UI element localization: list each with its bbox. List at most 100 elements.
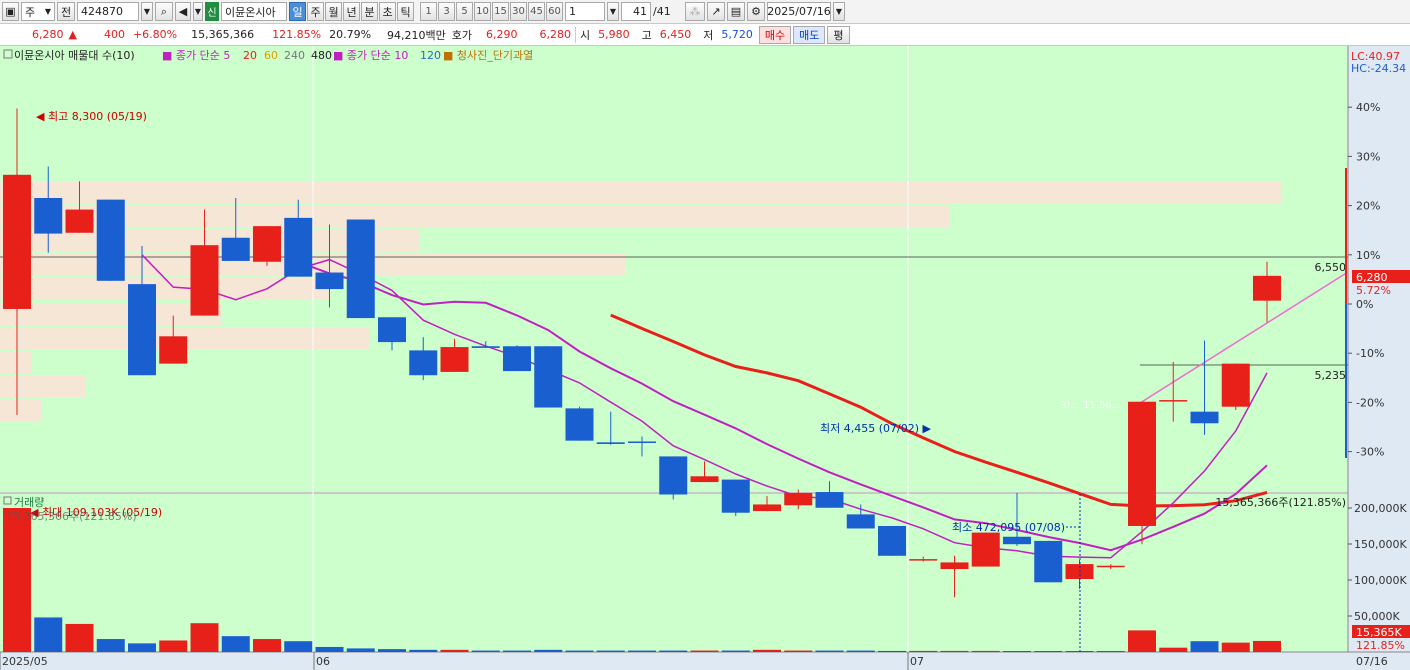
volume-bar-7 [221, 636, 250, 652]
candle-body-28 [878, 525, 906, 556]
interval-number-4[interactable]: 15 [492, 2, 509, 21]
hoga-label: 호가 [451, 28, 473, 42]
page-input[interactable]: 41 [621, 2, 651, 21]
trade-amount: 94,210백만 [387, 28, 446, 42]
date-input[interactable]: 2025/07/16 [767, 2, 831, 21]
volume-bar-3 [96, 639, 125, 652]
period-tabs: 일주월년분초틱 [289, 2, 414, 21]
candle-body-38 [1190, 411, 1219, 424]
interval-number-5[interactable]: 30 [510, 2, 527, 21]
y-tick-label-5: -10% [1356, 347, 1384, 360]
legend-ma2: ■ 종가 단순 10 [333, 49, 408, 62]
buy-button[interactable]: 매수 [758, 25, 792, 44]
y-tick-label-0: 40% [1356, 101, 1380, 114]
volume-bar-13 [409, 649, 438, 652]
volume-bar-1 [34, 617, 63, 652]
volume-bar-5 [159, 640, 188, 652]
period-tab-3[interactable]: 년 [343, 2, 360, 21]
volume-bar-9 [284, 641, 313, 652]
speaker-dropdown-icon[interactable]: ▼ [193, 2, 203, 21]
code-dropdown-icon[interactable]: ▼ [141, 2, 153, 21]
window-icon[interactable]: ▣ [2, 2, 19, 21]
candle-body-20 [628, 441, 656, 443]
volume-bar-33 [1034, 651, 1063, 652]
legend-signal-bullet: ■ [443, 49, 457, 62]
volume-profile-band-4 [0, 278, 330, 300]
period-tab-1[interactable]: 주 [307, 2, 324, 21]
change-arrow-icon: ▲ [68, 28, 77, 41]
speaker-icon[interactable]: ◀ [175, 2, 191, 21]
legend-signal-label: 청사진_단기과열 [457, 49, 533, 62]
candle-body-2 [65, 209, 94, 233]
legend-ma1-p60: 60 [264, 49, 278, 62]
bottom-axis-bg [0, 652, 1410, 670]
interval-number-7[interactable]: 60 [546, 2, 563, 21]
change-value: 400 [103, 28, 125, 41]
low-price: 5,720 [721, 28, 753, 41]
candle-body-25 [784, 492, 813, 506]
stock-name: 이뮨온시아 [221, 2, 287, 21]
x-label-0: 2025/05 [2, 655, 48, 668]
candle-body-37 [1159, 400, 1188, 402]
volume-bar-26 [815, 650, 844, 652]
low-label: 저 [703, 28, 714, 42]
interval-number-2[interactable]: 5 [456, 2, 473, 21]
legend-ma1-bullet: ■ [162, 49, 176, 62]
code-input[interactable]: 424870 [77, 2, 139, 21]
interval-number-0[interactable]: 1 [420, 2, 437, 21]
period-tab-0[interactable]: 일 [289, 2, 306, 21]
x-right-label: 07/16 [1356, 655, 1388, 668]
current-volume-text: 15,365K [1356, 626, 1402, 639]
volume-tick-label-3: 50,000K [1354, 610, 1400, 623]
period-tab-2[interactable]: 월 [325, 2, 342, 21]
candle-body-12 [378, 317, 406, 343]
count-input[interactable]: 1 [565, 2, 605, 21]
market-select[interactable]: 주 ▼ [21, 2, 55, 21]
volume-bar-4 [128, 643, 156, 652]
sell-button[interactable]: 매도 [793, 25, 826, 44]
volume-bar-31 [971, 650, 1000, 652]
volume-min-annotation: 최소 472,095 (07/08) [952, 521, 1065, 534]
volume-right-value: 15,365,366주(121.85%) [1215, 496, 1346, 509]
max-price-annotation: ◀ 최고 8,300 (05/19) [36, 110, 147, 123]
eval-button[interactable]: 평 [827, 25, 850, 44]
min-price-annotation: 최저 4,455 (07/02) ▶ [820, 422, 932, 435]
y-tick-label-3: 10% [1356, 249, 1380, 262]
period-tab-5[interactable]: 초 [379, 2, 396, 21]
legend-ma2-bullet: ■ [333, 49, 347, 62]
candle-body-7 [221, 237, 250, 261]
count-dropdown-icon[interactable]: ▼ [607, 2, 619, 21]
page-total: /41 [653, 5, 671, 18]
search-icon[interactable]: ⌕ [155, 2, 173, 21]
period-tab-4[interactable]: 분 [361, 2, 378, 21]
volume-bar-6 [190, 623, 219, 652]
legend-ma2-period: 120 [420, 49, 441, 62]
draw-icon[interactable]: ↗ [707, 2, 725, 21]
period-tab-6[interactable]: 틱 [397, 2, 414, 21]
hc-label: HC:-24.34 [1351, 62, 1406, 75]
gear-icon[interactable]: ⚙ [747, 2, 765, 21]
legend-ma2-label: 종가 단순 10 [347, 49, 408, 62]
high-label: 고 [641, 28, 652, 42]
volume-bar-28 [878, 650, 906, 652]
volume-percent: 121.85% [272, 28, 322, 41]
level-high-label: 6,550 [1315, 261, 1347, 274]
volume-bar-20 [628, 650, 656, 652]
prev-button[interactable]: 전 [57, 2, 75, 21]
high-price: 6,450 [659, 28, 692, 41]
interval-number-3[interactable]: 10 [474, 2, 491, 21]
volume-bar-30 [940, 650, 969, 652]
volume: 15,365,366 [191, 28, 255, 41]
stock-chart[interactable]: 40% 30% 20% 10% 0% -10% -20% -30% 200,000K 150,0… [0, 46, 1410, 670]
volume-bar-24 [753, 649, 781, 652]
save-icon[interactable]: ▤ [727, 2, 745, 21]
interval-number-1[interactable]: 3 [438, 2, 455, 21]
volume-bar-15 [471, 650, 500, 652]
bid-price: 6,280 [539, 28, 572, 41]
candle-body-26 [815, 492, 844, 508]
overlay-text: 3!... 11,56... [1060, 400, 1121, 411]
calendar-dropdown-icon[interactable]: ▼ [833, 2, 845, 21]
volume-bar-23 [721, 650, 750, 652]
interval-number-6[interactable]: 45 [528, 2, 545, 21]
compare-icon[interactable]: ⁂ [685, 2, 705, 21]
